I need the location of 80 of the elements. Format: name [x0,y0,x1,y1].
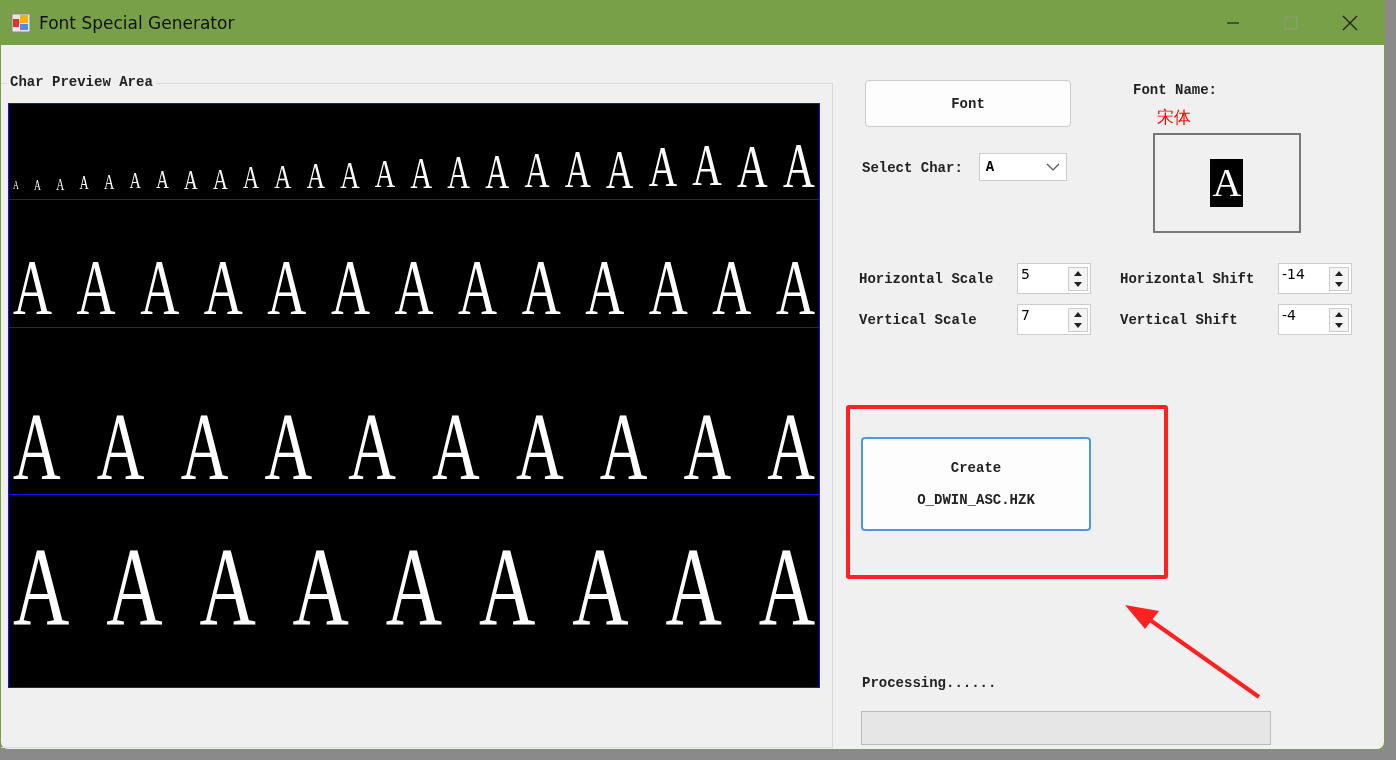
preview-glyph: A [13,256,52,319]
preview-glyph: A [180,409,229,486]
preview-glyph: A [213,167,228,191]
preview-glyph: A [585,256,625,319]
preview-glyph: A [267,256,307,319]
char-dropdown[interactable]: A [978,153,1067,181]
preview-glyph: A [683,409,732,486]
number-spinner[interactable]: -14 [1278,263,1352,294]
spinner-label: Vertical Shift [1120,311,1239,328]
spin-arrows-icon[interactable] [1068,307,1088,332]
preview-glyph: A [782,140,815,191]
preview-glyph: A [572,541,629,633]
char-sample: A [1210,159,1244,207]
preview-glyph: A [79,176,89,191]
preview-glyph: A [458,256,498,319]
preview-glyph: A [243,165,260,191]
status-text: Processing...... [862,675,998,691]
app-icon [11,13,31,33]
preview-glyph: A [34,179,41,191]
preview-glyph: A [13,541,70,633]
preview-glyph: A [479,541,536,633]
font-name-label: Font Name: [1133,82,1217,98]
preview-glyph: A [524,150,550,191]
preview-glyph: A [648,256,688,319]
number-spinner[interactable]: 7 [1017,304,1091,335]
preview-glyph: A [515,409,564,486]
preview-glyph: A [432,409,480,486]
chevron-down-icon [1045,163,1060,171]
preview-glyph: A [521,256,561,319]
preview-glyph: A [264,409,313,486]
spin-arrows-icon[interactable] [1068,266,1088,291]
create-button[interactable]: Create O_DWIN_ASC.HZK [861,437,1091,531]
preview-glyph: A [394,256,434,319]
spinner-label: Horizontal Shift [1120,270,1256,287]
preview-glyph: A [13,409,61,486]
select-char-label: Select Char: [862,160,963,176]
preview-glyph: A [140,256,180,319]
preview-glyph: A [447,154,471,191]
preview-glyph: A [129,172,141,191]
preview-glyph: A [348,409,396,486]
preview-glyph: A [737,141,768,191]
preview-glyph: A [665,541,722,633]
number-spinner[interactable]: -4 [1278,304,1352,335]
window-title: Font Special Generator [39,13,235,33]
spin-arrows-icon[interactable] [1329,307,1349,332]
preview-glyph: A [758,541,815,633]
preview-glyph: A [203,256,243,319]
preview-glyph: A [606,147,634,191]
spinner-label: Horizontal Scale [859,270,995,287]
preview-glyph: A [96,409,145,486]
spin-arrows-icon[interactable] [1329,266,1349,291]
preview-glyph: A [767,409,815,486]
preview-glyph: A [156,170,169,191]
preview-glyph: A [410,156,433,191]
preview-glyph: A [106,541,163,633]
preview-glyph: A [292,541,349,633]
preview-glyph: A [199,541,256,633]
preview-glyph: A [13,181,19,191]
spinner-label: Vertical Scale [859,311,978,328]
preview-glyph: A [306,161,325,191]
preview-glyph: A [775,256,815,319]
preview-glyph: A [330,256,370,319]
preview-glyph: A [648,145,677,191]
preview-glyph: A [599,409,648,486]
preview-glyph: A [274,163,292,191]
preview-glyph: A [103,174,115,191]
preview-glyph: A [385,541,443,633]
close-icon[interactable] [1342,15,1358,31]
preview-glyph: A [374,158,396,191]
preview-glyph: A [692,143,722,191]
preview-glyph: A [485,152,510,191]
preview-glyph: A [340,159,360,191]
font-button[interactable]: Font [865,80,1071,127]
font-name-value: 宋体 [1157,106,1192,129]
preview-glyph: A [184,169,198,191]
preview-glyph: A [56,178,65,191]
preview-glyph: A [76,256,116,319]
number-spinner[interactable]: 5 [1017,263,1091,294]
preview-glyph: A [564,149,591,191]
preview-glyph: A [712,256,752,319]
